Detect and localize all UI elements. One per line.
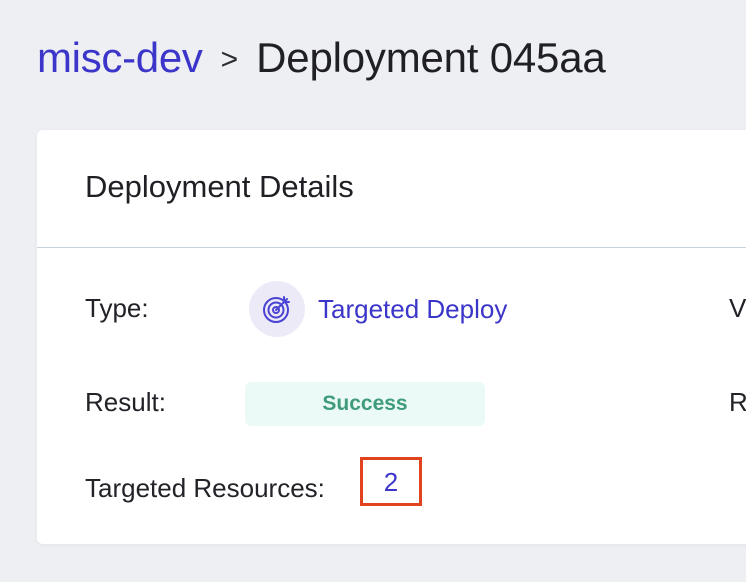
breadcrumb-separator-icon: > [220, 43, 239, 76]
breadcrumb: misc-dev > Deployment 045aa [37, 30, 606, 86]
right-column-label-1: V [729, 293, 746, 323]
breadcrumb-project-link[interactable]: misc-dev [37, 34, 203, 82]
result-label: Result: [85, 387, 166, 417]
card-header: Deployment Details [37, 130, 746, 248]
targeted-resources-label: Targeted Resources: [85, 473, 325, 503]
type-value-text: Targeted Deploy [318, 293, 508, 324]
right-column-label-2: R [729, 387, 746, 417]
deployment-details-card: Deployment Details Type: Targeted Deploy… [37, 130, 746, 544]
page-title: Deployment 045aa [256, 34, 606, 81]
type-label: Type: [85, 293, 149, 323]
card-title: Deployment Details [85, 169, 354, 204]
target-icon [249, 281, 305, 337]
targeted-resources-highlight: 2 [360, 457, 422, 506]
status-badge: Success [245, 382, 485, 426]
type-value-link[interactable]: Targeted Deploy [249, 278, 507, 340]
targeted-resources-count-link[interactable]: 2 [384, 467, 398, 498]
